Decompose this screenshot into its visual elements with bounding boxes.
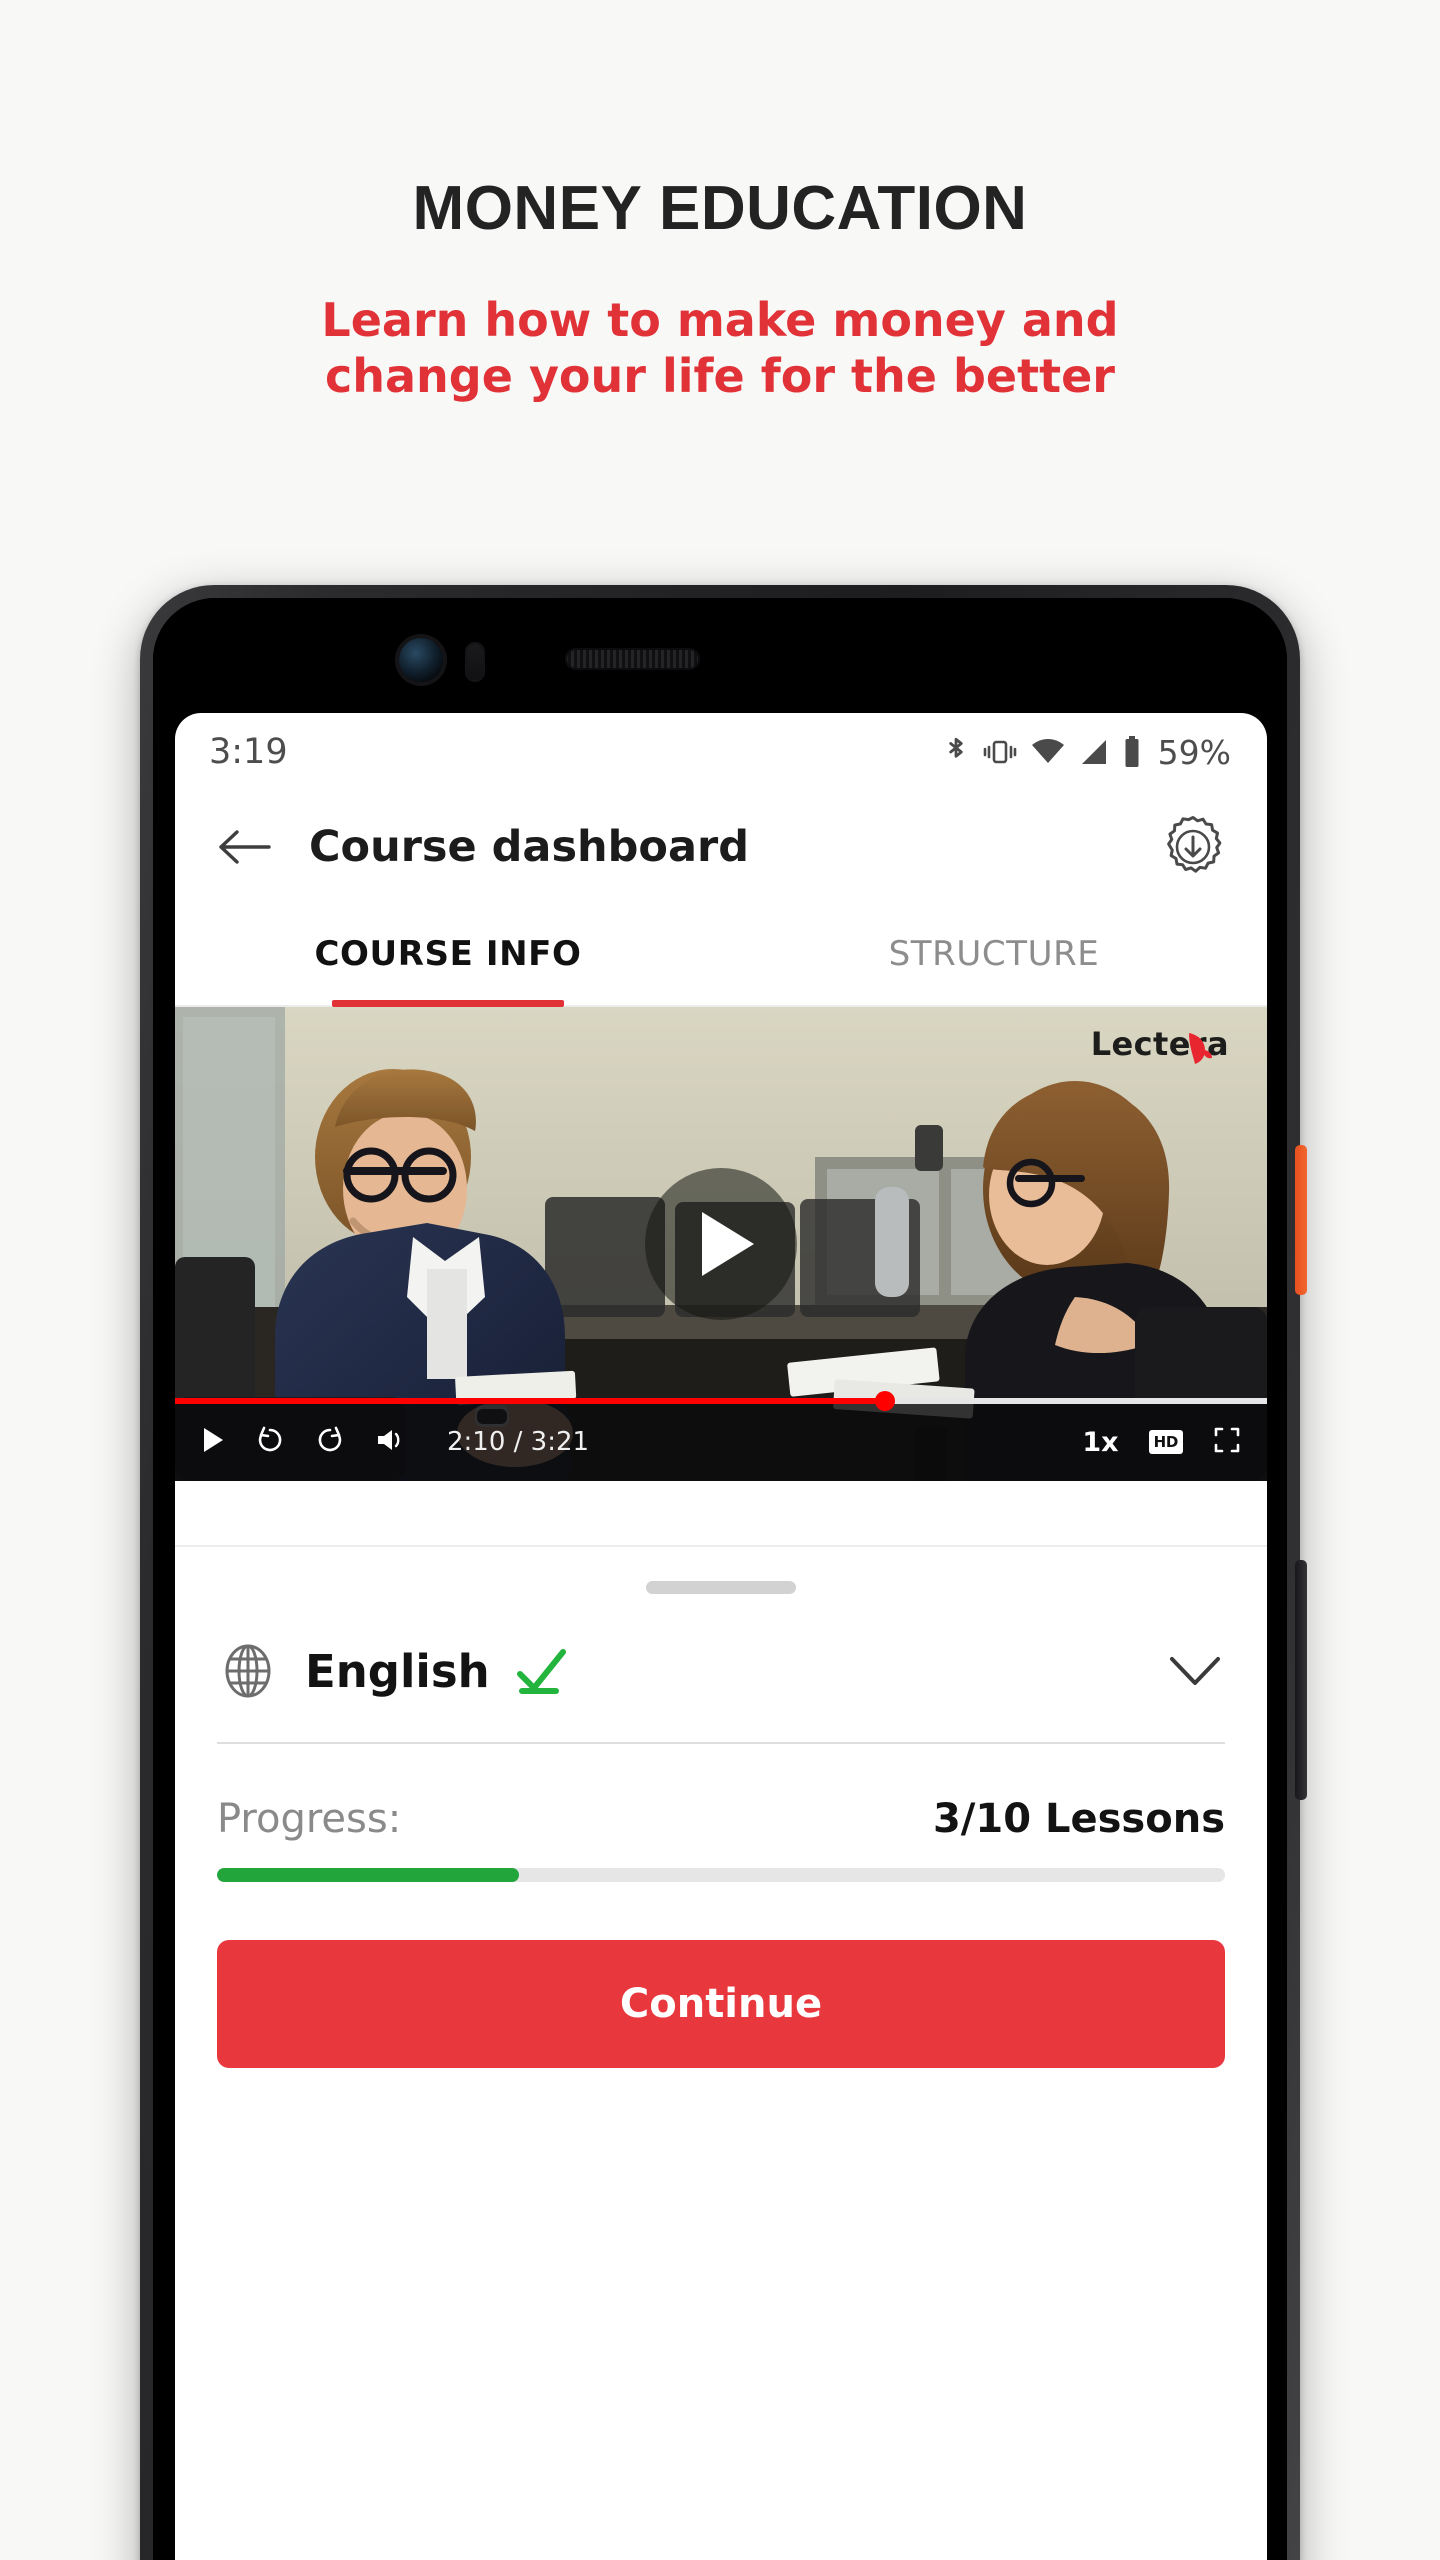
tab-bar: COURSE INFO STRUCTURE: [175, 903, 1267, 1007]
progress-label: Progress:: [217, 1796, 402, 1842]
lectera-watermark: Lectera: [1091, 1025, 1229, 1064]
video-time-label: 2:10 / 3:21: [447, 1427, 590, 1457]
continue-button-label: Continue: [619, 1981, 823, 2027]
video-play-icon[interactable]: [201, 1426, 225, 1459]
play-button-icon[interactable]: [645, 1168, 797, 1320]
phone-body: 3:19 59% Course dashboard COURSE INFO ST…: [153, 598, 1287, 2560]
hd-quality-icon[interactable]: HD: [1148, 1430, 1183, 1454]
tab-structure[interactable]: STRUCTURE: [721, 903, 1267, 1005]
status-bar-time: 3:19: [209, 732, 288, 772]
app-bar-title: Course dashboard: [309, 822, 749, 872]
tab-course-info[interactable]: COURSE INFO: [175, 903, 721, 1007]
battery-icon: [1123, 736, 1141, 768]
app-bar: Course dashboard: [175, 791, 1267, 903]
earpiece-speaker-icon: [565, 648, 700, 670]
video-controls-bar: 2:10 / 3:21 1x HD: [175, 1391, 1267, 1481]
fullscreen-icon[interactable]: [1213, 1426, 1241, 1459]
vibrate-icon: [983, 736, 1017, 768]
volume-icon[interactable]: [375, 1426, 405, 1459]
status-bar: 3:19 59%: [175, 713, 1267, 791]
tab-active-indicator: [332, 1000, 564, 1007]
phone-top-bezel: [153, 598, 1287, 713]
globe-icon: [217, 1640, 279, 1702]
power-button[interactable]: [1295, 1145, 1307, 1295]
progress-row: Progress: 3/10 Lessons: [217, 1796, 1225, 1842]
proximity-sensor-icon: [465, 642, 485, 682]
language-label: English: [305, 1644, 490, 1698]
sheet-drag-handle[interactable]: [175, 1547, 1267, 1594]
promo-screenshot: MONEY EDUCATION Learn how to make money …: [0, 0, 1440, 2560]
forward-10-icon[interactable]: [315, 1425, 345, 1460]
front-camera-icon: [399, 638, 443, 682]
continue-button[interactable]: Continue: [217, 1940, 1225, 2068]
green-check-icon: [516, 1647, 568, 1695]
status-bar-icons: 59%: [943, 733, 1231, 772]
tab-course-info-label: COURSE INFO: [314, 934, 582, 974]
battery-percent-label: 59%: [1157, 732, 1231, 772]
chevron-down-icon[interactable]: [1165, 1641, 1225, 1701]
language-selector-row[interactable]: English: [217, 1640, 1225, 1744]
promo-subtitle-line-2: change your life for the better: [325, 349, 1115, 404]
progress-bar-track: [217, 1868, 1225, 1882]
promo-subtitle: Learn how to make money and change your …: [0, 292, 1440, 404]
volume-rocker-button[interactable]: [1295, 1560, 1307, 1800]
tab-structure-label: STRUCTURE: [888, 934, 1100, 974]
bluetooth-icon: [943, 735, 969, 769]
lectera-leaf-icon: [1183, 1031, 1213, 1073]
course-detail-sheet: English Progress: 3/10 Lessons Continue: [175, 1547, 1267, 2068]
play-triangle-icon: [702, 1212, 754, 1276]
progress-value: 3/10 Lessons: [932, 1796, 1225, 1842]
promo-header: MONEY EDUCATION Learn how to make money …: [0, 0, 1440, 404]
course-video-player[interactable]: Lectera 2:10 / 3:21 1x HD: [175, 1007, 1267, 1481]
promo-subtitle-line-1: Learn how to make money and: [321, 293, 1119, 347]
progress-bar-fill: [217, 1868, 520, 1882]
wifi-icon: [1031, 738, 1065, 766]
cellular-signal-icon: [1079, 738, 1109, 766]
rewind-10-icon[interactable]: [255, 1425, 285, 1460]
phone-mockup: 3:19 59% Course dashboard COURSE INFO ST…: [140, 585, 1307, 2560]
back-arrow-icon[interactable]: [213, 816, 275, 878]
page-title: MONEY EDUCATION: [412, 174, 1028, 243]
playback-speed-icon[interactable]: 1x: [1082, 1427, 1118, 1458]
content-gap: [175, 1481, 1267, 1547]
gear-download-icon[interactable]: [1157, 811, 1229, 883]
phone-screen: 3:19 59% Course dashboard COURSE INFO ST…: [175, 713, 1267, 2560]
